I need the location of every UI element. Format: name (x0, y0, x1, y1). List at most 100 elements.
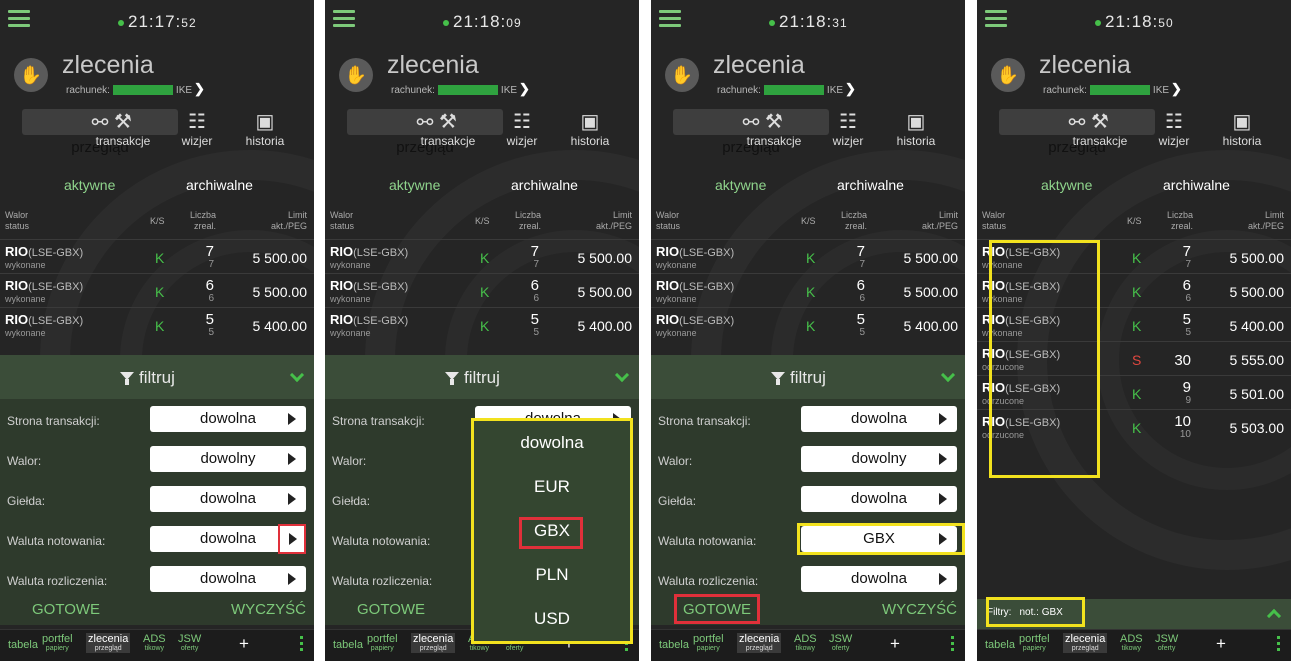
bottom-nav-zlecenia[interactable]: zlecenia przegląd (737, 633, 782, 653)
table-row[interactable]: RIO(LSE-GBX) odrzucone K 9 9 5 501.00 (977, 375, 1291, 409)
table-row[interactable]: RIO(LSE-GBX) wykonane K 5 5 5 400.00 (0, 307, 314, 341)
row-quantity: 10 (1174, 413, 1191, 430)
table-row[interactable]: RIO(LSE-GBX) odrzucone K 10 10 5 503.00 (977, 409, 1291, 443)
table-row[interactable]: RIO(LSE-GBX) wykonane K 6 6 5 500.00 (977, 273, 1291, 307)
tab-transakcje[interactable]: ⚒ transakcje (1069, 108, 1131, 158)
bottom-nav-portfel[interactable]: portfel papiery (693, 633, 724, 653)
dropdown-option-gbx[interactable]: GBX (474, 521, 630, 541)
tab-historia[interactable]: ▣ historia (234, 108, 296, 158)
filter-select[interactable]: dowolna (150, 486, 306, 512)
clear-button[interactable]: WYCZYŚĆ (231, 601, 306, 618)
more-menu-icon[interactable] (300, 636, 304, 654)
bottom-nav-zlecenia[interactable]: zlecenia przegląd (86, 633, 131, 653)
filter-select[interactable]: dowolna (150, 566, 306, 592)
clear-button[interactable]: WYCZYŚĆ (882, 601, 957, 618)
segment-active[interactable]: aktywne (1041, 177, 1092, 193)
filter-select[interactable]: dowolny (801, 446, 957, 472)
chevron-up-icon[interactable] (1266, 608, 1282, 624)
table-row[interactable]: RIO(LSE-GBX) wykonane K 7 7 5 500.00 (651, 239, 965, 273)
dropdown-option-usd[interactable]: USD (474, 609, 630, 629)
dropdown-option-pln[interactable]: PLN (474, 565, 630, 585)
segment-archived[interactable]: archiwalne (837, 177, 904, 193)
tab-transakcje[interactable]: ⚒ transakcje (743, 108, 805, 158)
segment-archived[interactable]: archiwalne (186, 177, 253, 193)
filter-panel-header[interactable]: filtruj (0, 355, 314, 399)
bottom-nav-portfel[interactable]: portfel papiery (367, 633, 398, 653)
dropdown-option-eur[interactable]: EUR (474, 477, 630, 497)
hamburger-icon[interactable] (333, 10, 355, 28)
bottom-nav-tabela[interactable]: tabela (985, 639, 1015, 651)
tab-historia[interactable]: ▣ historia (1211, 108, 1273, 158)
segment-archived[interactable]: archiwalne (1163, 177, 1230, 193)
bottom-nav-jsw[interactable]: JSWoferty (1155, 633, 1178, 653)
tab-transakcje[interactable]: ⚒ transakcje (417, 108, 479, 158)
filter-panel-header[interactable]: filtruj (325, 355, 639, 399)
bottom-nav-jsw[interactable]: JSWoferty (178, 633, 201, 653)
more-menu-icon[interactable] (1277, 636, 1281, 654)
tab-wizjer[interactable]: ☷ wizjer (1143, 108, 1205, 158)
segment-active[interactable]: aktywne (389, 177, 440, 193)
table-row[interactable]: RIO(LSE-GBX) wykonane K 7 7 5 500.00 (977, 239, 1291, 273)
account-selector[interactable]: rachunek: IKE ❯ (391, 81, 530, 97)
filter-select[interactable]: dowolny (150, 446, 306, 472)
segment-active[interactable]: aktywne (64, 177, 115, 193)
table-row[interactable]: RIO(LSE-GBX) wykonane K 7 7 5 500.00 (325, 239, 639, 273)
filter-select[interactable]: GBX (801, 526, 957, 552)
tab-wizjer[interactable]: ☷ wizjer (817, 108, 879, 158)
bottom-nav-ads[interactable]: ADStikowy (143, 633, 166, 653)
bottom-nav-tabela[interactable]: tabela (659, 639, 689, 651)
bottom-nav-portfel[interactable]: portfel papiery (42, 633, 73, 653)
add-tab-button[interactable]: + (239, 634, 249, 654)
row-side: K (480, 318, 490, 334)
account-selector[interactable]: rachunek: IKE ❯ (1043, 81, 1182, 97)
add-tab-button[interactable]: + (1216, 634, 1226, 654)
bottom-nav-zlecenia[interactable]: zlecenia przegląd (411, 633, 456, 653)
hamburger-icon[interactable] (985, 10, 1007, 28)
dropdown-option-dowolna[interactable]: dowolna (474, 433, 630, 453)
active-filter-bar[interactable]: Filtry: not.: GBX (977, 599, 1291, 629)
chevron-down-icon[interactable] (940, 367, 956, 383)
filter-panel-header[interactable]: filtruj (651, 355, 965, 399)
table-row[interactable]: RIO(LSE-GBX) wykonane K 6 6 5 500.00 (651, 273, 965, 307)
bottom-nav-zlecenia[interactable]: zlecenia przegląd (1063, 633, 1108, 653)
bottom-nav-tabela[interactable]: tabela (8, 639, 38, 651)
filter-select[interactable]: dowolna (150, 406, 306, 432)
table-row[interactable]: RIO(LSE-GBX) wykonane K 7 7 5 500.00 (0, 239, 314, 273)
more-menu-icon[interactable] (951, 636, 955, 654)
tab-wizjer[interactable]: ☷ wizjer (166, 108, 228, 158)
filter-select[interactable]: dowolna (801, 486, 957, 512)
tab-historia[interactable]: ▣ historia (885, 108, 947, 158)
filter-select[interactable]: dowolna (801, 566, 957, 592)
chevron-down-icon[interactable] (289, 367, 305, 383)
table-row[interactable]: RIO(LSE-GBX) wykonane K 5 5 5 400.00 (325, 307, 639, 341)
bottom-nav-tabela[interactable]: tabela (333, 639, 363, 651)
table-row[interactable]: RIO(LSE-GBX) wykonane K 6 6 5 500.00 (325, 273, 639, 307)
done-button[interactable]: GOTOWE (357, 601, 425, 618)
table-row[interactable]: RIO(LSE-GBX) wykonane K 5 5 5 400.00 (651, 307, 965, 341)
filter-select[interactable]: dowolna (150, 524, 306, 554)
hamburger-icon[interactable] (8, 10, 30, 28)
bottom-nav-ads[interactable]: ADStikowy (794, 633, 817, 653)
bottom-nav-jsw[interactable]: JSWoferty (829, 633, 852, 653)
account-selector[interactable]: rachunek: IKE ❯ (66, 81, 205, 97)
account-selector[interactable]: rachunek: IKE ❯ (717, 81, 856, 97)
segment-archived[interactable]: archiwalne (511, 177, 578, 193)
tab-historia[interactable]: ▣ historia (559, 108, 621, 158)
chevron-down-icon[interactable] (614, 367, 630, 383)
done-button[interactable]: GOTOWE (32, 601, 100, 618)
bottom-nav-portfel[interactable]: portfel papiery (1019, 633, 1050, 653)
segment-active[interactable]: aktywne (715, 177, 766, 193)
active-filter-value: not.: GBX (1019, 607, 1063, 618)
tab-wizjer[interactable]: ☷ wizjer (491, 108, 553, 158)
bottom-nav-ads[interactable]: ADStikowy (1120, 633, 1143, 653)
filter-select[interactable]: dowolna (801, 406, 957, 432)
table-row[interactable]: RIO(LSE-GBX) odrzucone S 30 5 555.00 (977, 341, 1291, 375)
done-button[interactable]: GOTOWE (683, 601, 751, 618)
add-tab-button[interactable]: + (890, 634, 900, 654)
table-row[interactable]: RIO(LSE-GBX) wykonane K 6 6 5 500.00 (0, 273, 314, 307)
table-row[interactable]: RIO(LSE-GBX) wykonane K 5 5 5 400.00 (977, 307, 1291, 341)
select-arrow-button[interactable] (278, 524, 306, 554)
hamburger-icon[interactable] (659, 10, 681, 28)
tab-transakcje[interactable]: ⚒ transakcje (92, 108, 154, 158)
bottom-nav-label: tabela (8, 639, 38, 651)
